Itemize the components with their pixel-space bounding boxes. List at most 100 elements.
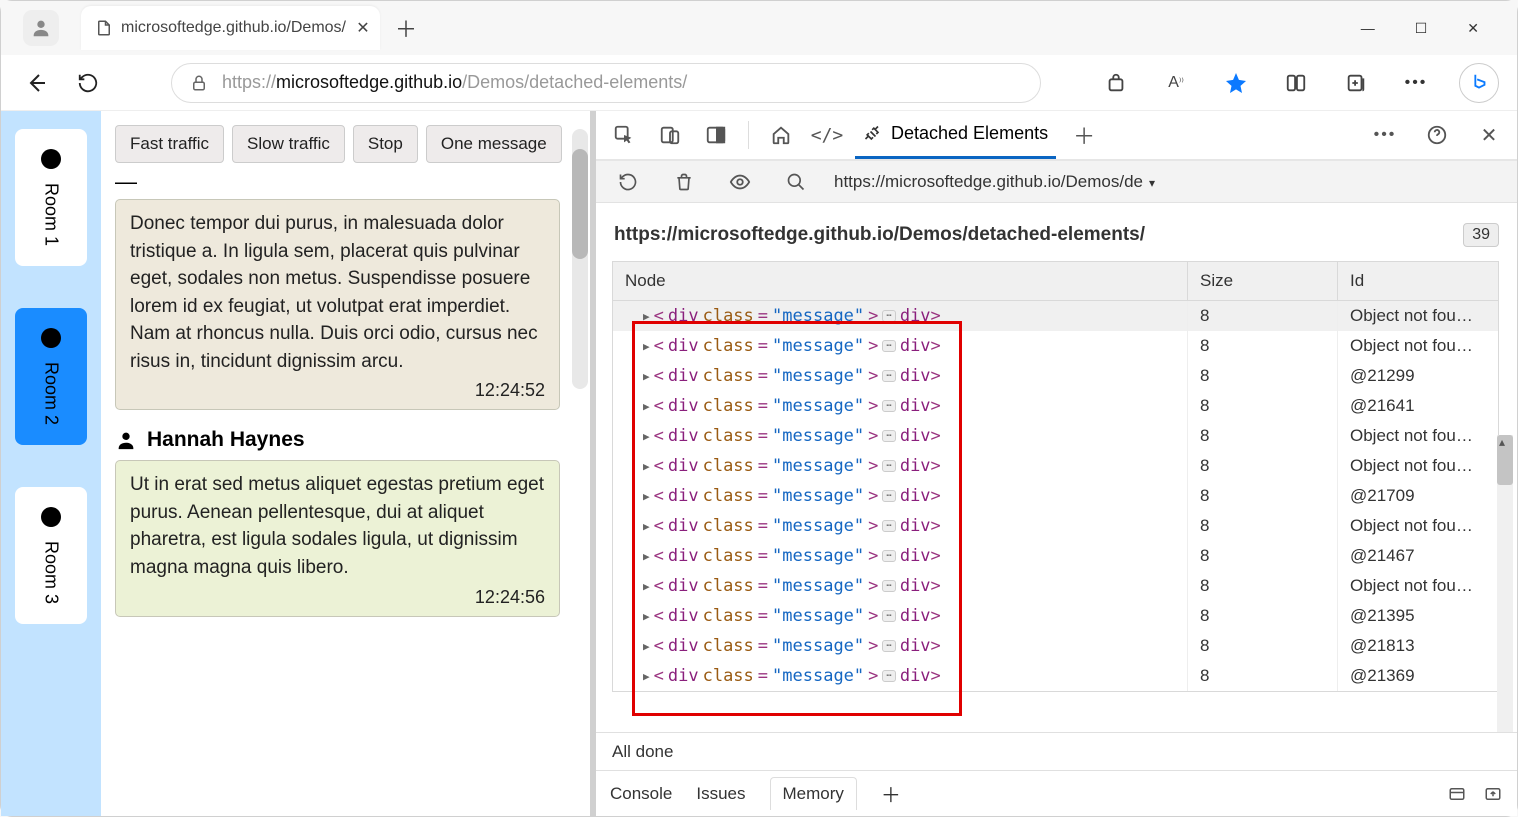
- collect-garbage-icon[interactable]: [666, 164, 702, 200]
- new-tab-icon[interactable]: ＋: [1066, 117, 1102, 153]
- window-controls: ― ☐ ✕: [1361, 20, 1509, 37]
- room-rail: Room 1 Room 2 Room 3: [1, 111, 101, 816]
- size-cell: 8: [1188, 631, 1338, 661]
- table-row[interactable]: ▶<div class="message">⋯div>8@21299: [613, 361, 1498, 391]
- stop-button[interactable]: Stop: [353, 125, 418, 163]
- devtools-more-icon[interactable]: •••: [1367, 117, 1403, 153]
- id-cell: Object not fou…: [1338, 451, 1498, 481]
- id-cell: @21369: [1338, 661, 1498, 691]
- page-selector[interactable]: https://microsoftedge.github.io/Demos/de: [834, 172, 1155, 192]
- table-row[interactable]: ▶<div class="message">⋯div>8Object not f…: [613, 511, 1498, 541]
- device-emulation-icon[interactable]: [652, 117, 688, 153]
- table-row[interactable]: ▶<div class="message">⋯div>8Object not f…: [613, 301, 1498, 331]
- eye-icon[interactable]: [722, 164, 758, 200]
- shopping-icon[interactable]: [1099, 66, 1133, 100]
- tab-close-button[interactable]: ✕: [354, 18, 372, 38]
- size-cell: 8: [1188, 481, 1338, 511]
- help-icon[interactable]: [1419, 117, 1455, 153]
- id-cell: @21299: [1338, 361, 1498, 391]
- one-message-button[interactable]: One message: [426, 125, 562, 163]
- tab-title: microsoftedge.github.io/Demos/: [121, 19, 346, 37]
- drawer-expand-icon[interactable]: [1447, 785, 1467, 803]
- back-button[interactable]: [19, 66, 53, 100]
- node-cell: ▶<div class="message">⋯div>: [613, 331, 1188, 361]
- devtools-body: https://microsoftedge.github.io/Demos/de…: [596, 203, 1517, 732]
- results-heading: https://microsoftedge.github.io/Demos/de…: [596, 203, 1517, 261]
- table-row[interactable]: ▶<div class="message">⋯div>8@21395: [613, 601, 1498, 631]
- minimize-button[interactable]: ―: [1361, 20, 1375, 37]
- table-row[interactable]: ▶<div class="message">⋯div>8@21369: [613, 661, 1498, 691]
- split-screen-icon[interactable]: [1279, 66, 1313, 100]
- message-body: Donec tempor dui purus, in malesuada dol…: [130, 210, 545, 375]
- detached-elements-tab[interactable]: Detached Elements: [855, 111, 1056, 159]
- collections-icon[interactable]: [1339, 66, 1373, 100]
- search-icon[interactable]: [778, 164, 814, 200]
- table-row[interactable]: ▶<div class="message">⋯div>8@21709: [613, 481, 1498, 511]
- address-bar[interactable]: https://microsoftedge.github.io/Demos/de…: [171, 63, 1041, 103]
- favorite-button[interactable]: [1219, 66, 1253, 100]
- maximize-button[interactable]: ☐: [1415, 20, 1428, 37]
- size-cell: 8: [1188, 601, 1338, 631]
- drawer-popout-icon[interactable]: [1483, 785, 1503, 803]
- issues-tab[interactable]: Issues: [696, 784, 745, 804]
- inspect-element-icon[interactable]: [606, 117, 642, 153]
- results-count: 39: [1463, 223, 1499, 247]
- table-row[interactable]: ▶<div class="message">⋯div>8@21641: [613, 391, 1498, 421]
- room-button-1[interactable]: Room 1: [15, 129, 87, 266]
- slow-traffic-button[interactable]: Slow traffic: [232, 125, 345, 163]
- devtools-close-button[interactable]: ✕: [1471, 117, 1507, 153]
- elements-tab-icon[interactable]: </>: [809, 117, 845, 153]
- fast-traffic-button[interactable]: Fast traffic: [115, 125, 224, 163]
- node-cell: ▶<div class="message">⋯div>: [613, 451, 1188, 481]
- table-row[interactable]: ▶<div class="message">⋯div>8Object not f…: [613, 451, 1498, 481]
- refresh-button[interactable]: [71, 66, 105, 100]
- bing-chat-button[interactable]: [1459, 63, 1499, 103]
- table-row[interactable]: ▶<div class="message">⋯div>8@21813: [613, 631, 1498, 661]
- detached-table: Node Size Id ▶<div class="message">⋯div>…: [612, 261, 1499, 692]
- table-row[interactable]: ▶<div class="message">⋯div>8Object not f…: [613, 331, 1498, 361]
- devtools-status: All done: [596, 732, 1517, 770]
- scrollbar[interactable]: [572, 129, 588, 389]
- welcome-tab-icon[interactable]: [763, 117, 799, 153]
- room-button-2[interactable]: Room 2: [15, 308, 87, 445]
- browser-tab[interactable]: microsoftedge.github.io/Demos/ ✕: [81, 6, 380, 50]
- room-button-3[interactable]: Room 3: [15, 487, 87, 624]
- url-text: https://microsoftedge.github.io/Demos/de…: [222, 72, 687, 93]
- memory-tab[interactable]: Memory: [770, 777, 857, 810]
- id-cell: Object not fou…: [1338, 511, 1498, 541]
- separator: —: [115, 169, 582, 195]
- col-id[interactable]: Id: [1338, 262, 1498, 300]
- node-cell: ▶<div class="message">⋯div>: [613, 511, 1188, 541]
- drawer-add-icon[interactable]: ＋: [881, 779, 901, 808]
- col-size[interactable]: Size: [1188, 262, 1338, 300]
- results-url: https://microsoftedge.github.io/Demos/de…: [614, 224, 1145, 246]
- detached-elements-tab-label: Detached Elements: [891, 123, 1048, 144]
- table-row[interactable]: ▶<div class="message">⋯div>8@21467: [613, 541, 1498, 571]
- lock-icon: [190, 73, 208, 93]
- new-tab-button[interactable]: ＋: [388, 10, 424, 46]
- id-cell: @21709: [1338, 481, 1498, 511]
- id-cell: Object not fou…: [1338, 421, 1498, 451]
- node-cell: ▶<div class="message">⋯div>: [613, 631, 1188, 661]
- message-body: Ut in erat sed metus aliquet egestas pre…: [130, 471, 545, 581]
- read-aloud-icon[interactable]: A⁾⁾: [1159, 66, 1193, 100]
- node-cell: ▶<div class="message">⋯div>: [613, 301, 1188, 331]
- dock-side-icon[interactable]: [698, 117, 734, 153]
- message-sender: Hannah Haynes: [115, 428, 560, 452]
- close-window-button[interactable]: ✕: [1467, 20, 1479, 37]
- person-icon: [115, 429, 137, 451]
- size-cell: 8: [1188, 331, 1338, 361]
- table-row[interactable]: ▶<div class="message">⋯div>8Object not f…: [613, 421, 1498, 451]
- status-dot-icon: [41, 328, 61, 348]
- console-tab[interactable]: Console: [610, 784, 672, 804]
- table-row[interactable]: ▶<div class="message">⋯div>8Object not f…: [613, 571, 1498, 601]
- devtools-scrollbar[interactable]: ▴▾: [1497, 435, 1513, 732]
- profile-button[interactable]: [23, 10, 59, 46]
- devtools: </> Detached Elements ＋ ••• ✕ https://mi…: [596, 111, 1517, 816]
- more-menu-button[interactable]: •••: [1399, 66, 1433, 100]
- node-cell: ▶<div class="message">⋯div>: [613, 571, 1188, 601]
- refresh-detached-icon[interactable]: [610, 164, 646, 200]
- node-cell: ▶<div class="message">⋯div>: [613, 481, 1188, 511]
- col-node[interactable]: Node: [613, 262, 1188, 300]
- node-cell: ▶<div class="message">⋯div>: [613, 391, 1188, 421]
